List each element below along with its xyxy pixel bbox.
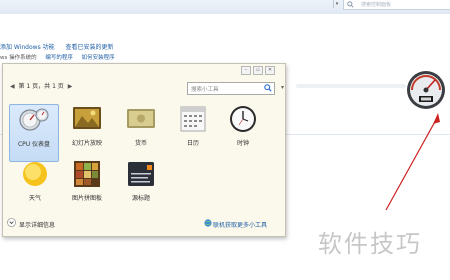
gadget-label: 时钟	[236, 140, 249, 147]
control-panel-search-box[interactable]: 搜索控制面板	[343, 0, 450, 10]
close-button[interactable]: ✕	[265, 66, 275, 75]
search-icon	[264, 84, 272, 92]
feed-headlines-icon	[128, 162, 154, 186]
blurred-column-header-right	[296, 84, 406, 88]
gadget-label: 图片拼图板	[71, 195, 102, 202]
search-dropdown-icon[interactable]: ▾	[281, 84, 284, 91]
gallery-footer: 显示详细信息 联机获取更多小工具	[7, 218, 283, 229]
gadget-tile-currency[interactable]: 货币	[117, 104, 165, 160]
get-more-gadgets-link[interactable]: 联机获取更多小工具	[213, 220, 267, 229]
gadget-search-box[interactable]: 搜索小工具 ▾	[187, 82, 284, 95]
written-programs-link[interactable]: 编写的程序	[45, 55, 73, 61]
desktop-cpu-gadget[interactable]	[404, 66, 450, 112]
gadget-tile-picture-puzzle[interactable]: 图片拼图板	[63, 159, 111, 215]
gadget-label: 源标题	[131, 195, 150, 202]
page-navigator: ◀ 第 1 页，共 1 页 ▶	[8, 81, 74, 90]
gadget-label: 货币	[134, 140, 147, 147]
gadget-tile-feed-headlines[interactable]: 源标题	[117, 159, 165, 215]
next-page-icon[interactable]: ▶	[68, 83, 73, 90]
weather-icon	[23, 162, 47, 186]
program-links-prefix: ws 操作系统的	[0, 55, 37, 61]
address-dropdown-button[interactable]: ▾	[333, 0, 340, 8]
search-icon	[347, 1, 354, 8]
gadget-search-placeholder: 搜索小工具	[191, 87, 219, 93]
gadget-gallery-window: – ▫ ✕ ◀ 第 1 页，共 1 页 ▶ 搜索小工具 ▾ CPU 仪表盘 幻灯…	[2, 63, 286, 237]
view-installed-updates-link[interactable]: 查看已安装的更新	[66, 44, 114, 51]
chevron-down-icon[interactable]	[7, 218, 16, 227]
previous-page-icon[interactable]: ◀	[10, 83, 15, 90]
gadget-label: 幻灯片放映	[71, 140, 102, 147]
slideshow-icon	[73, 107, 101, 129]
calendar-icon	[180, 106, 206, 132]
gadget-tile-calendar[interactable]: 日历	[169, 104, 217, 160]
top-bar: ▾ 搜索控制面板	[0, 0, 450, 15]
program-links-row: ws 操作系统的 编写的程序 如何安装程序	[0, 53, 122, 61]
gadget-tile-slideshow[interactable]: 幻灯片放映	[63, 104, 111, 160]
gadget-label: 日历	[186, 140, 199, 147]
clock-icon	[230, 106, 256, 132]
currency-icon	[127, 109, 155, 128]
cpu-meter-icon	[19, 108, 49, 131]
watermark: 软件技巧	[318, 230, 422, 258]
turn-windows-features-link[interactable]: 添加 Windows 功能	[0, 44, 55, 51]
task-links-row: 添加 Windows 功能 查看已安装的更新	[0, 42, 123, 51]
gadget-label: CPU 仪表盘	[17, 141, 51, 148]
maximize-button[interactable]: ▫	[253, 66, 263, 75]
picture-puzzle-icon	[74, 161, 100, 187]
gadget-tile-weather[interactable]: 天气	[11, 159, 59, 215]
globe-icon	[204, 219, 212, 227]
how-to-install-link[interactable]: 如何安装程序	[82, 55, 115, 61]
page-indicator: 第 1 页，共 1 页	[18, 83, 64, 90]
control-panel-search-placeholder: 搜索控制面板	[361, 2, 392, 8]
gadget-label: 天气	[28, 195, 41, 202]
minimize-button[interactable]: –	[241, 66, 251, 75]
gadget-tile-clock[interactable]: 时钟	[219, 104, 267, 160]
show-details-link[interactable]: 显示详细信息	[19, 220, 55, 229]
gadget-tile-cpu[interactable]: CPU 仪表盘	[9, 104, 59, 162]
